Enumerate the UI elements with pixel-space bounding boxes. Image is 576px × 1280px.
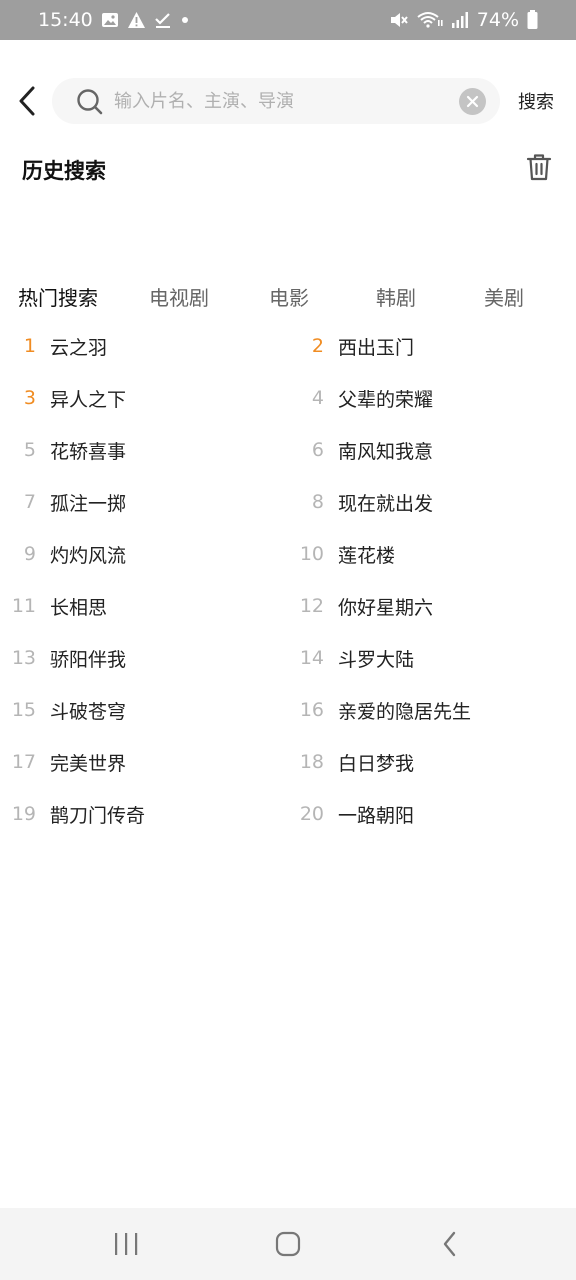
category-tabs: 热门搜索 电视剧 电影 韩剧 美剧 [0, 282, 576, 316]
list-item[interactable]: 19 鹊刀门传奇 [0, 788, 145, 840]
rank-number: 5 [23, 439, 36, 461]
history-title: 历史搜索 [22, 159, 106, 183]
rank-number: 15 [11, 699, 36, 721]
clear-search-button[interactable] [459, 88, 486, 115]
rank-number: 7 [23, 491, 36, 513]
home-icon [275, 1231, 301, 1257]
notification-dot-icon [180, 15, 190, 25]
list-item[interactable]: 6 南风知我意 [288, 424, 433, 476]
tab-movies[interactable]: 电影 [269, 282, 309, 311]
status-bar-left: 15:40 [38, 9, 190, 31]
rank-title: 西出玉门 [338, 336, 415, 359]
rank-number: 1 [23, 335, 36, 357]
status-time: 15:40 [38, 9, 93, 31]
battery-percent: 74% [476, 9, 519, 31]
status-bar-right: 74% [389, 9, 538, 31]
back-arrow-icon [19, 86, 35, 116]
rank-title: 白日梦我 [338, 752, 415, 775]
rank-number: 14 [299, 647, 324, 669]
rank-title: 斗破苍穹 [50, 700, 127, 723]
rank-number: 17 [11, 751, 36, 773]
tab-us-drama[interactable]: 美剧 [484, 282, 524, 311]
search-input[interactable] [114, 78, 444, 124]
rank-number: 11 [11, 595, 36, 617]
rank-title: 灼灼风流 [50, 544, 127, 567]
list-item[interactable]: 3 异人之下 [0, 372, 126, 424]
list-item[interactable]: 9 灼灼风流 [0, 528, 126, 580]
rank-title: 南风知我意 [338, 440, 434, 463]
rank-title: 莲花楼 [338, 544, 396, 567]
tab-tv-series[interactable]: 电视剧 [149, 282, 209, 311]
rank-title: 长相思 [50, 596, 108, 619]
tab-korean-drama[interactable]: 韩剧 [376, 282, 416, 311]
gallery-icon [101, 11, 119, 29]
search-icon [76, 88, 104, 120]
list-item[interactable]: 10 莲花楼 [288, 528, 395, 580]
rank-number: 13 [11, 647, 36, 669]
list-item[interactable]: 17 完美世界 [0, 736, 126, 788]
rank-title: 云之羽 [50, 336, 108, 359]
task-done-icon [154, 11, 172, 29]
rank-number: 20 [299, 803, 324, 825]
rank-number: 4 [311, 387, 324, 409]
back-icon [443, 1231, 456, 1257]
search-button[interactable]: 搜索 [518, 88, 554, 114]
rank-title: 异人之下 [50, 388, 127, 411]
rank-number: 9 [23, 543, 36, 565]
list-item[interactable]: 7 孤注一掷 [0, 476, 126, 528]
back-button[interactable] [12, 82, 42, 120]
list-item[interactable]: 11 长相思 [0, 580, 107, 632]
rank-number: 18 [299, 751, 324, 773]
list-item[interactable]: 4 父辈的荣耀 [288, 372, 433, 424]
mute-icon [389, 11, 409, 29]
battery-icon [527, 10, 538, 30]
warning-icon [127, 11, 146, 29]
list-item[interactable]: 12 你好星期六 [288, 580, 433, 632]
rank-title: 斗罗大陆 [338, 648, 415, 671]
tab-hot-search[interactable]: 热门搜索 [18, 282, 98, 311]
list-item[interactable]: 16 亲爱的隐居先生 [288, 684, 471, 736]
recent-apps-icon [115, 1233, 138, 1255]
list-item[interactable]: 15 斗破苍穹 [0, 684, 126, 736]
rank-title: 现在就出发 [338, 492, 434, 515]
rank-title: 你好星期六 [338, 596, 434, 619]
system-back-button[interactable] [430, 1226, 470, 1262]
status-bar: 15:40 74% [0, 0, 576, 40]
rank-title: 鹊刀门传奇 [50, 804, 146, 827]
list-item[interactable]: 8 现在就出发 [288, 476, 433, 528]
list-item[interactable]: 1 云之羽 [0, 320, 107, 372]
rank-title: 一路朝阳 [338, 804, 415, 827]
search-box[interactable] [52, 78, 500, 124]
system-nav-bar [0, 1208, 576, 1280]
list-item[interactable]: 13 骄阳伴我 [0, 632, 126, 684]
rank-title: 父辈的荣耀 [338, 388, 434, 411]
close-icon [466, 95, 479, 108]
signal-icon [451, 11, 469, 29]
search-header: 搜索 [0, 76, 576, 126]
list-item[interactable]: 14 斗罗大陆 [288, 632, 414, 684]
rank-title: 孤注一掷 [50, 492, 127, 515]
trash-icon [526, 154, 552, 181]
recent-apps-button[interactable] [106, 1226, 146, 1262]
list-item[interactable]: 2 西出玉门 [288, 320, 414, 372]
wifi-icon [417, 11, 443, 29]
rank-number: 2 [311, 335, 324, 357]
list-item[interactable]: 18 白日梦我 [288, 736, 414, 788]
rank-title: 完美世界 [50, 752, 127, 775]
rank-number: 6 [311, 439, 324, 461]
rank-number: 12 [299, 595, 324, 617]
clear-history-button[interactable] [525, 152, 553, 182]
rank-number: 8 [311, 491, 324, 513]
list-item[interactable]: 20 一路朝阳 [288, 788, 414, 840]
rank-title: 亲爱的隐居先生 [338, 700, 472, 723]
rank-number: 10 [299, 543, 324, 565]
list-item[interactable]: 5 花轿喜事 [0, 424, 126, 476]
rank-title: 骄阳伴我 [50, 648, 127, 671]
home-button[interactable] [268, 1226, 308, 1262]
rank-title: 花轿喜事 [50, 440, 127, 463]
rank-number: 3 [23, 387, 36, 409]
rank-number: 19 [11, 803, 36, 825]
rank-number: 16 [299, 699, 324, 721]
